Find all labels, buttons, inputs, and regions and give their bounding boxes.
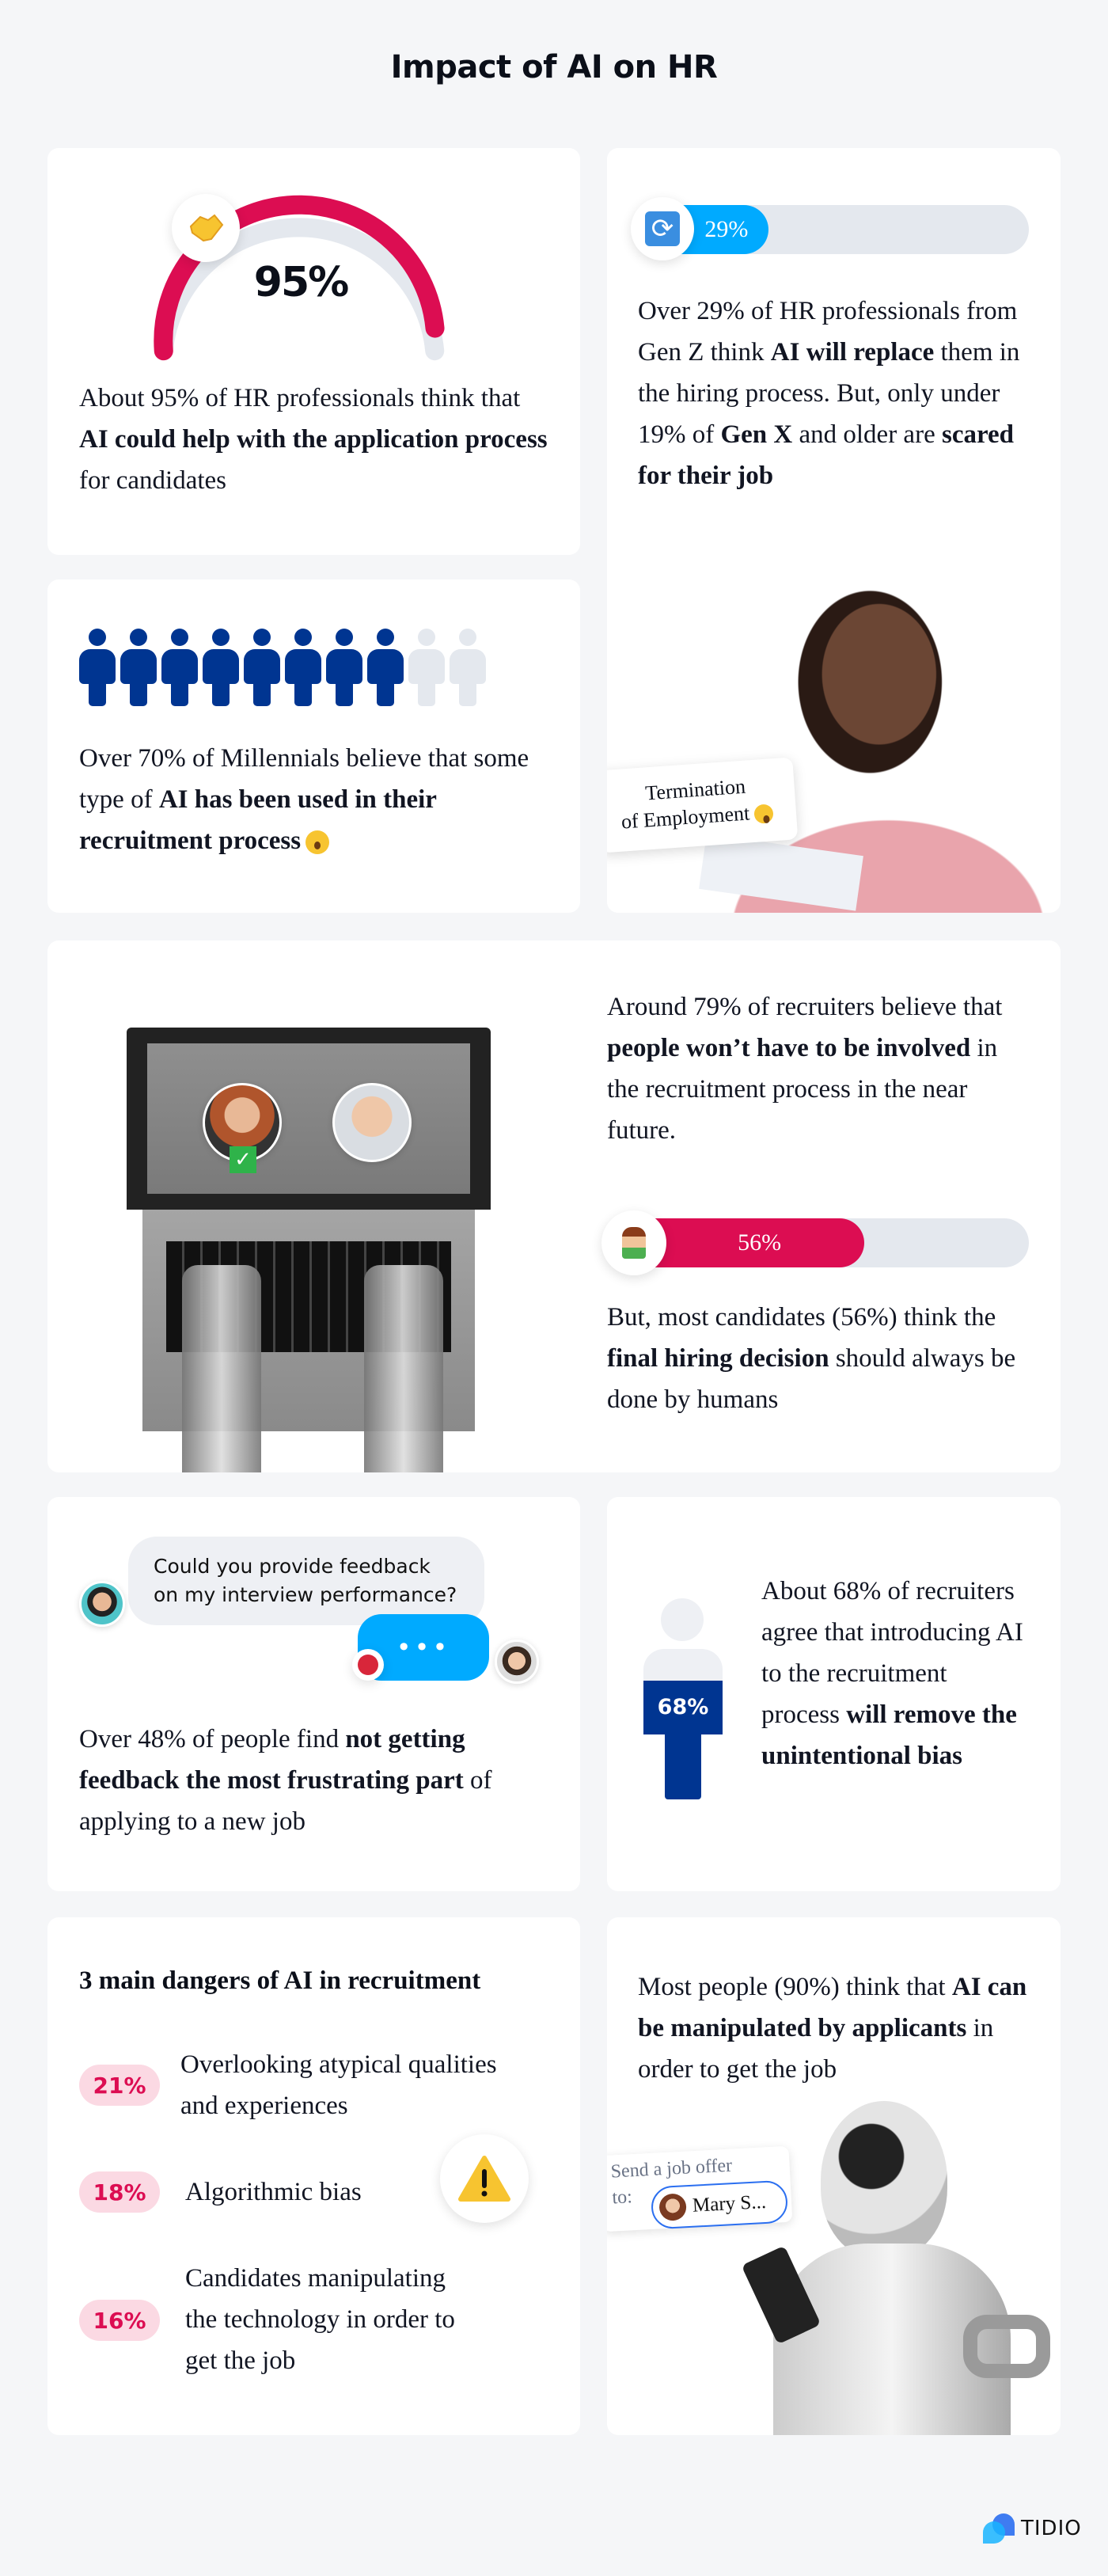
check-icon: ✓ [230, 1146, 256, 1173]
text: But, most candidates (56%) think the [607, 1303, 996, 1332]
job-offer-label: Send a job offer [610, 2155, 733, 2183]
card-gauge: 95% About 95% of HR professionals think … [47, 148, 580, 555]
text: Most people (90%) think that [638, 1973, 952, 2001]
bias-description: About 68% of recruiters agree that intro… [761, 1571, 1030, 1776]
person-icon-filled [161, 629, 198, 706]
human-decision-progress-label: 56% [738, 1229, 782, 1256]
person-icon-empty [408, 629, 445, 706]
person-icon-filled [326, 629, 362, 706]
tidio-logo: TIDIO [983, 2513, 1081, 2545]
support-agent-icon [601, 1210, 666, 1275]
dangers-heading: 3 main dangers of AI in recruitment [79, 1966, 481, 1995]
robot-hand-left [182, 1265, 261, 1472]
gauge-value: 95% [253, 259, 349, 306]
human-decision-description: But, most candidates (56%) think the fin… [607, 1297, 1026, 1420]
card-millennials: Over 70% of Millennials believe that som… [47, 579, 580, 913]
genz-progress-label: 29% [704, 216, 749, 242]
danger-text: Overlooking atypical qualities and exper… [180, 2044, 497, 2126]
laptop-robot-hands-image: ✓ [127, 1028, 491, 1472]
manipulated-description: Most people (90%) think that AI can be m… [638, 1966, 1049, 2090]
danger-text-line: Overlooking atypical qualities [180, 2050, 497, 2079]
bias-figure-label: 68% [657, 1695, 709, 1719]
danger-text-line: get the job [185, 2346, 296, 2375]
surprised-face-icon [305, 830, 330, 855]
feedback-description: Over 48% of people find not getting feed… [79, 1719, 562, 1842]
card-dangers: 3 main dangers of AI in recruitment 21% … [47, 1917, 580, 2435]
tidio-wordmark: TIDIO [1021, 2517, 1082, 2540]
genz-description: Over 29% of HR professionals from Gen Z … [638, 291, 1049, 496]
text: Over 48% of people find [79, 1725, 346, 1753]
danger-text-line: Candidates manipulating [185, 2264, 446, 2293]
sad-face-icon [753, 804, 775, 824]
card-bias: 68% About 68% of recruiters agree that i… [607, 1497, 1061, 1891]
recipient-name: Mary S... [692, 2190, 767, 2217]
chat-message-bubble: Could you provide feedback on my intervi… [128, 1537, 484, 1625]
gauge-description: About 95% of HR professionals think that… [79, 378, 554, 501]
person-icon-filled [79, 629, 116, 706]
card-manipulated: Most people (90%) think that AI can be m… [607, 1917, 1061, 2435]
candidate-avatar [332, 1083, 412, 1162]
danger-percent-pill: 21% [79, 2065, 160, 2106]
danger-percent-pill: 18% [79, 2171, 160, 2213]
text: for candidates [79, 466, 226, 495]
danger-percent-pill: 16% [79, 2300, 160, 2341]
genz-progress-bar: 29% [637, 205, 1029, 254]
bold-text: AI will replace [770, 338, 935, 367]
person-icon-empty [450, 629, 486, 706]
danger-text-line: the technology in order to [185, 2305, 455, 2334]
warning-icon [440, 2134, 529, 2223]
recipient-chip[interactable]: Mary S... [650, 2179, 789, 2230]
wind-up-key [963, 2315, 1050, 2378]
bold-text: people won’t have to be involved [607, 1034, 971, 1062]
recipient-avatar [658, 2193, 687, 2221]
chat-message-line-2: on my interview performance? [154, 1583, 457, 1606]
card-genz: 29% ⟳ Over 29% of HR professionals from … [607, 148, 1061, 913]
person-icon-filled [367, 629, 404, 706]
millennials-text: Over 70% of Millennials believe that som… [79, 744, 529, 855]
text: and older are [792, 420, 942, 449]
text: Around 79% of recruiters believe that [607, 993, 1003, 1021]
handshake-icon [172, 194, 240, 262]
person-icon-filled [285, 629, 321, 706]
card-recruiters: ✓ Around 79% of recruiters believe that … [47, 940, 1061, 1472]
person-icon-filled [203, 629, 239, 706]
recruiters-description: Around 79% of recruiters believe that pe… [607, 986, 1026, 1151]
person-icon-filled [244, 629, 280, 706]
people-icon-row [79, 629, 522, 708]
person-icon-filled [120, 629, 157, 706]
termination-bubble: Termination of Employment [607, 757, 799, 853]
recruiter-avatar [495, 1639, 539, 1684]
human-decision-progress-bar: 56% [607, 1218, 1029, 1267]
bold-text: AI could help with the application proce… [79, 425, 548, 454]
angry-face-icon [352, 1649, 384, 1681]
danger-text-line: Algorithmic bias [185, 2178, 362, 2206]
refresh-icon: ⟳ [631, 197, 694, 260]
chat-message-line-1: Could you provide feedback [154, 1555, 431, 1578]
page-title: Impact of AI on HR [390, 49, 718, 85]
bold-text: final hiring decision [607, 1344, 829, 1373]
danger-text-line: and experiences [180, 2092, 348, 2120]
text: About 95% of HR professionals think that [79, 384, 521, 412]
danger-text: Candidates manipulating the technology i… [185, 2258, 455, 2381]
card-feedback: Could you provide feedback on my intervi… [47, 1497, 580, 1891]
danger-text: Algorithmic bias [185, 2171, 362, 2213]
millennials-description: Over 70% of Millennials believe that som… [79, 738, 562, 861]
robot-hand-right [364, 1265, 443, 1472]
person-figure-icon: 68% [643, 1598, 723, 1804]
candidate-avatar [79, 1581, 125, 1627]
bold-text: Gen X [720, 420, 793, 449]
